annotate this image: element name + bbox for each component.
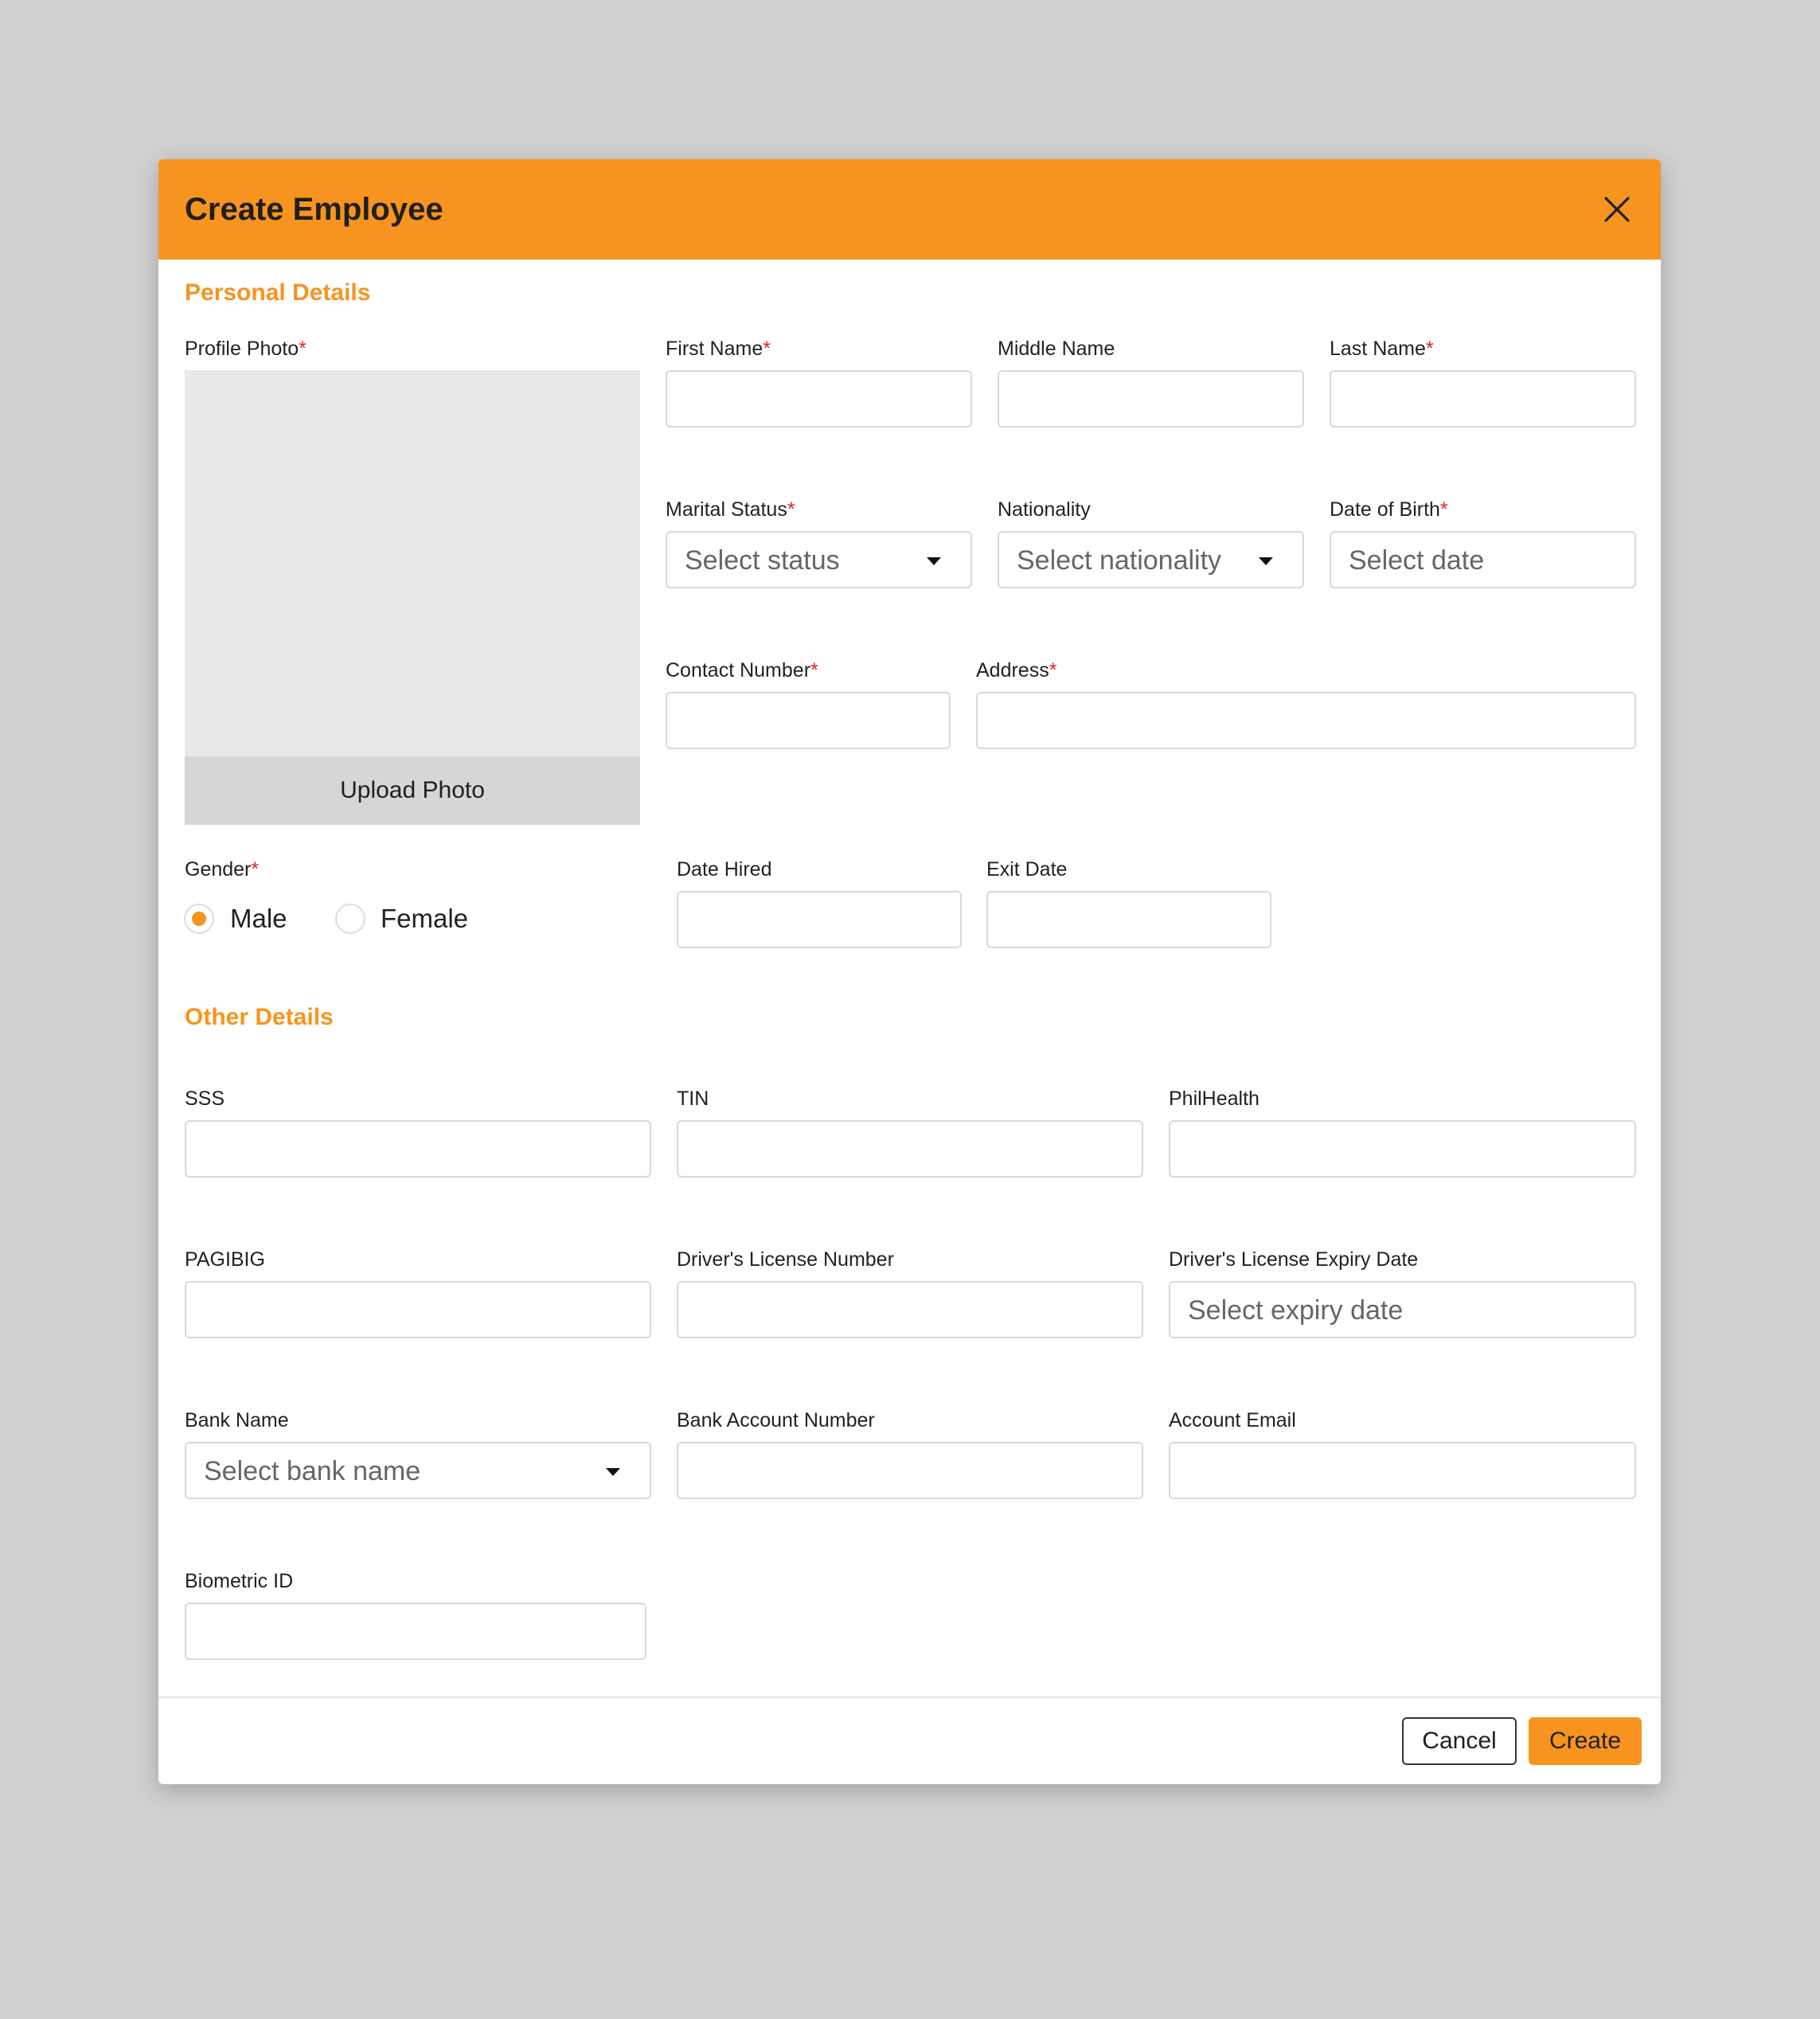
bank-account-input[interactable]	[677, 1442, 1143, 1499]
first-name-input[interactable]	[666, 370, 972, 428]
gender-male-radio[interactable]	[184, 904, 214, 934]
required-mark: *	[787, 498, 795, 521]
address-label: Address*	[976, 658, 1056, 683]
required-mark: *	[810, 659, 818, 681]
modal-header: Create Employee	[158, 159, 1661, 260]
date-hired-input[interactable]	[677, 891, 962, 948]
gender-label-text: Gender	[185, 858, 252, 881]
account-email-label: Account Email	[1169, 1409, 1296, 1431]
biometric-id-label: Biometric ID	[185, 1570, 294, 1592]
marital-status-label-text: Marital Status	[666, 498, 787, 521]
bank-name-placeholder: Select bank name	[204, 1456, 421, 1486]
personal-details-title: Personal Details	[185, 279, 371, 306]
chevron-down-icon	[1259, 557, 1273, 565]
first-name-label: First Name*	[666, 336, 771, 361]
chevron-down-icon	[927, 557, 941, 565]
close-icon[interactable]	[1599, 192, 1634, 227]
philhealth-label: PhilHealth	[1169, 1088, 1260, 1110]
first-name-label-text: First Name	[666, 338, 764, 360]
gender-female-label[interactable]: Female	[381, 903, 468, 935]
create-employee-modal: Create Employee Personal Details Profile…	[158, 159, 1661, 1784]
dob-input[interactable]: Select date	[1330, 531, 1636, 588]
pagibig-input[interactable]	[185, 1281, 651, 1338]
upload-photo-label: Upload Photo	[340, 777, 485, 803]
chevron-down-icon	[606, 1468, 620, 1476]
address-input[interactable]	[976, 692, 1636, 749]
license-expiry-placeholder: Select expiry date	[1188, 1295, 1404, 1326]
exit-date-input[interactable]	[986, 891, 1271, 948]
profile-photo-label: Profile Photo*	[185, 336, 307, 361]
footer-divider	[158, 1697, 1661, 1698]
required-mark: *	[299, 338, 307, 360]
address-label-text: Address	[976, 659, 1049, 681]
exit-date-label: Exit Date	[986, 858, 1068, 881]
biometric-id-input[interactable]	[185, 1603, 646, 1660]
cancel-button[interactable]: Cancel	[1402, 1717, 1517, 1765]
contact-number-label: Contact Number*	[666, 658, 818, 683]
nationality-placeholder: Select nationality	[1017, 545, 1222, 576]
license-number-input[interactable]	[677, 1281, 1143, 1338]
last-name-input[interactable]	[1330, 370, 1636, 428]
dob-label-text: Date of Birth	[1330, 498, 1440, 521]
marital-status-select[interactable]: Select status	[666, 531, 972, 588]
date-hired-label: Date Hired	[677, 858, 772, 881]
nationality-select[interactable]: Select nationality	[998, 531, 1304, 588]
last-name-label: Last Name*	[1330, 336, 1434, 361]
other-details-title: Other Details	[185, 1004, 334, 1030]
license-expiry-input[interactable]: Select expiry date	[1169, 1281, 1636, 1338]
upload-photo-button[interactable]: Upload Photo	[185, 756, 640, 825]
account-email-input[interactable]	[1169, 1442, 1636, 1499]
marital-status-label: Marital Status*	[666, 497, 795, 522]
radio-selected-dot	[192, 912, 206, 926]
required-mark: *	[1049, 659, 1057, 681]
required-mark: *	[1425, 338, 1434, 360]
dob-placeholder: Select date	[1349, 545, 1485, 576]
required-mark: *	[251, 858, 260, 881]
bank-name-label: Bank Name	[185, 1409, 289, 1431]
tin-input[interactable]	[677, 1120, 1143, 1177]
gender-male-label[interactable]: Male	[230, 903, 287, 935]
required-mark: *	[1439, 498, 1448, 521]
license-number-label: Driver's License Number	[677, 1248, 894, 1271]
contact-number-label-text: Contact Number	[666, 659, 811, 681]
contact-number-input[interactable]	[666, 692, 951, 749]
marital-status-placeholder: Select status	[685, 545, 840, 576]
gender-female-radio[interactable]	[335, 904, 365, 934]
middle-name-label: Middle Name	[998, 338, 1115, 360]
bank-name-select[interactable]: Select bank name	[185, 1442, 651, 1499]
create-button[interactable]: Create	[1529, 1717, 1642, 1765]
gender-label: Gender*	[185, 857, 259, 882]
last-name-label-text: Last Name	[1330, 338, 1426, 360]
required-mark: *	[763, 338, 771, 360]
sss-label: SSS	[185, 1088, 225, 1110]
profile-photo-label-text: Profile Photo	[185, 338, 299, 360]
dob-label: Date of Birth*	[1330, 497, 1448, 522]
sss-input[interactable]	[185, 1120, 651, 1177]
modal-title: Create Employee	[185, 192, 443, 227]
nationality-label: Nationality	[998, 498, 1091, 521]
philhealth-input[interactable]	[1169, 1120, 1636, 1177]
license-expiry-label: Driver's License Expiry Date	[1169, 1248, 1419, 1271]
bank-account-label: Bank Account Number	[677, 1409, 875, 1431]
pagibig-label: PAGIBIG	[185, 1248, 265, 1271]
tin-label: TIN	[677, 1088, 709, 1110]
profile-photo-preview[interactable]: Upload Photo	[185, 370, 640, 825]
middle-name-input[interactable]	[998, 370, 1304, 428]
